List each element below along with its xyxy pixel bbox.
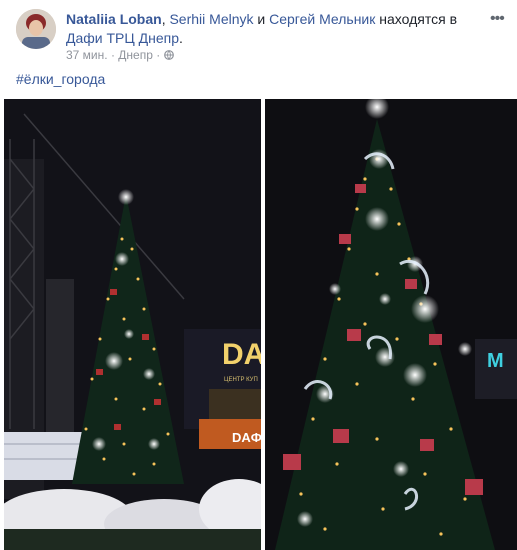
meta-dot-2: · (152, 48, 164, 62)
mall-sign-text: DA (222, 338, 261, 371)
status-text: находятся в (375, 11, 458, 27)
post-header: Nataliia Loban, Serhii Melnyk и Сергей М… (66, 10, 476, 48)
author-name[interactable]: Nataliia Loban (66, 11, 162, 27)
post-time[interactable]: 37 мин. (66, 48, 108, 62)
location-link[interactable]: Дафи ТРЦ Днепр (66, 30, 179, 46)
author-avatar[interactable] (16, 9, 56, 49)
mall-banner-text: DAФ (232, 430, 261, 445)
feed-post: Nataliia Loban, Serhii Melnyk и Сергей М… (0, 0, 517, 550)
tagged-person-2[interactable]: Сергей Мельник (269, 11, 375, 27)
post-meta: 37 мин. · Днепр · (66, 47, 174, 63)
more-options-icon[interactable]: ••• (490, 10, 508, 27)
hashtag-link[interactable]: #ёлки_города (16, 70, 105, 89)
globe-icon[interactable] (163, 50, 174, 60)
mall-sign-right: M (487, 350, 504, 372)
photo-right[interactable]: M (265, 99, 517, 550)
mall-sign-subtext: ЦЕНТР КУП (224, 377, 258, 383)
post-city[interactable]: Днепр (118, 48, 153, 62)
location-end: . (179, 30, 183, 46)
photo-left[interactable]: DA ЦЕНТР КУП DAФ (4, 99, 261, 550)
meta-dot: · (107, 48, 119, 62)
tagged-person-1[interactable]: Serhii Melnyk (169, 11, 253, 27)
tag-conjunction: и (253, 11, 270, 27)
